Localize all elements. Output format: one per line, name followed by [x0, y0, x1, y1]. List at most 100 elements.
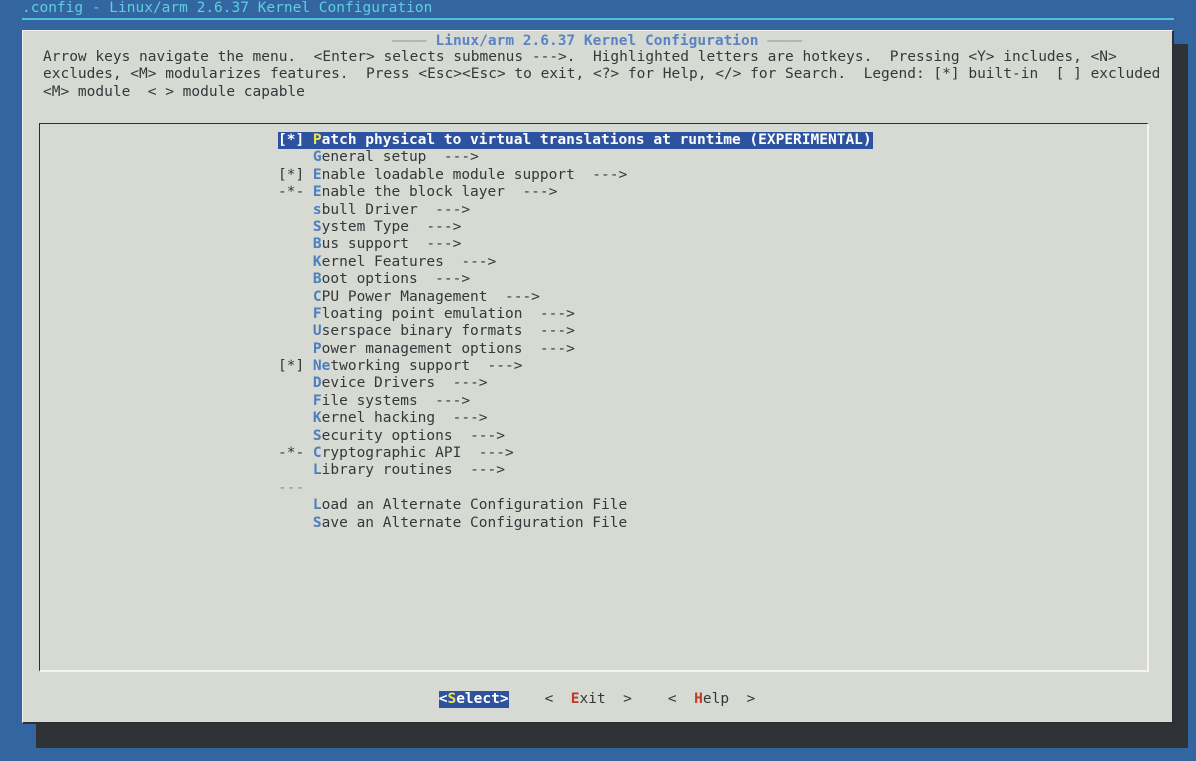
menu-item[interactable]: Save an Alternate Configuration File [278, 515, 873, 532]
button-label: elp > [702, 691, 756, 707]
menu-item[interactable]: Library routines ---> [278, 462, 873, 479]
menu-item-label: eneral setup [321, 149, 427, 166]
menu-item-flag [278, 254, 313, 270]
screen-bottom-fill [0, 748, 1196, 761]
menu-item-label: bull Driver [321, 201, 418, 218]
menu-separator: --- [278, 479, 305, 496]
menu-item-label: oad an Alternate Configuration File [321, 497, 628, 514]
menu-item-flag [278, 289, 313, 305]
menu-item[interactable]: Bus support ---> [278, 236, 873, 253]
submenu-arrow-icon: ---> [435, 410, 488, 427]
submenu-arrow-icon: ---> [522, 340, 575, 357]
menu-item[interactable]: Device Drivers ---> [278, 375, 873, 392]
menu-item-hotkey: L [312, 497, 322, 514]
menu-item-hotkey: P [312, 340, 322, 357]
menu-item-hotkey: S [312, 514, 322, 531]
window-title: .config - Linux/arm 2.6.37 Kernel Config… [22, 0, 433, 16]
button-label: xit > [579, 691, 632, 707]
menu-item-flag [278, 428, 313, 444]
help-button[interactable]: < Help > [668, 691, 755, 708]
menu-item-hotkey: L [312, 462, 322, 479]
menu-item-label: ystem Type [321, 218, 409, 235]
menu-item[interactable]: File systems ---> [278, 393, 873, 410]
submenu-arrow-icon: ---> [417, 392, 471, 409]
submenu-arrow-icon: ---> [452, 427, 505, 444]
kernel-config-dialog: ———— Linux/arm 2.6.37 Kernel Configurati… [22, 30, 1174, 724]
menu-item[interactable]: General setup ---> [278, 149, 873, 166]
menu-item-hotkey: F [312, 392, 322, 409]
menu-list[interactable]: [*] Patch physical to virtual translatio… [278, 132, 873, 532]
submenu-arrow-icon: ---> [574, 166, 628, 183]
submenu-arrow-icon: ---> [504, 184, 558, 201]
menu-item-label: loating point emulation [321, 305, 523, 322]
menu-item-hotkey: P [312, 132, 322, 148]
menu-item-flag: -*- [278, 184, 313, 201]
menu-item-flag: -*- [278, 445, 313, 462]
menu-item-flag [278, 410, 313, 426]
menu-item[interactable]: [*] Enable loadable module support ---> [278, 167, 873, 184]
menu-item-flag: [*] [278, 358, 313, 375]
button-hotkey: E [570, 691, 580, 707]
menu-item-hotkey: S [312, 427, 322, 444]
menu-item-label: ile systems [321, 392, 418, 409]
menu-item-label: ower management options [321, 340, 523, 357]
menu-item-label: us support [321, 236, 409, 253]
menu-item-label: ernel hacking [321, 410, 436, 427]
menu-item-hotkey: G [312, 149, 322, 166]
menu-item[interactable]: -*- Cryptographic API ---> [278, 445, 873, 462]
menu-item-label: serspace binary formats [321, 323, 523, 340]
menu-item[interactable]: Boot options ---> [278, 271, 873, 288]
menu-item[interactable]: System Type ---> [278, 219, 873, 236]
menu-item[interactable]: Kernel hacking ---> [278, 410, 873, 427]
menu-item-label: ibrary routines [321, 462, 453, 479]
menu-item[interactable]: Load an Alternate Configuration File [278, 497, 873, 514]
menu-item[interactable]: [*] Networking support ---> [278, 358, 873, 375]
menu-item-hotkey: S [312, 218, 322, 235]
menu-item[interactable]: Security options ---> [278, 428, 873, 445]
menu-item[interactable]: sbull Driver ---> [278, 202, 873, 219]
dialog-shadow-right [1174, 44, 1188, 748]
help-instructions: Arrow keys navigate the menu. <Enter> se… [43, 49, 1178, 100]
dialog-title-dash-right: ———— [758, 33, 803, 49]
menu-item-flag [278, 306, 313, 322]
menu-item-hotkey: K [312, 253, 322, 270]
menu-item[interactable]: Kernel Features ---> [278, 254, 873, 271]
menu-panel: [*] Patch physical to virtual translatio… [39, 123, 1149, 672]
menu-item-flag [278, 219, 313, 235]
menu-item-flag [278, 497, 313, 513]
menu-item[interactable]: Power management options ---> [278, 341, 873, 358]
menu-item-flag [278, 462, 313, 478]
button-prefix: < [667, 691, 695, 707]
terminal-screen: .config - Linux/arm 2.6.37 Kernel Config… [0, 0, 1196, 761]
menu-item-hotkey: F [312, 305, 322, 322]
menu-item[interactable]: Userspace binary formats ---> [278, 323, 873, 340]
menu-item[interactable]: -*- Enable the block layer ---> [278, 184, 873, 201]
submenu-arrow-icon: ---> [417, 201, 471, 218]
select-button[interactable]: <Select> [438, 691, 509, 709]
menu-item-flag [278, 341, 313, 357]
menu-item[interactable]: [*] Patch physical to virtual translatio… [278, 132, 873, 150]
submenu-arrow-icon: ---> [443, 253, 497, 270]
menu-item-label: atch physical to virtual translations at… [321, 132, 872, 148]
menu-item-flag [278, 236, 313, 252]
menu-item-hotkey: E [312, 184, 322, 201]
menu-item-flag [278, 202, 313, 218]
menu-item-flag [278, 375, 313, 391]
exit-button[interactable]: < Exit > [545, 691, 632, 708]
menu-item[interactable]: CPU Power Management ---> [278, 289, 873, 306]
menu-item-label: evice Drivers [321, 375, 436, 392]
title-rule [22, 18, 1174, 20]
menu-item[interactable]: Floating point emulation ---> [278, 306, 873, 323]
menu-item-label: ave an Alternate Configuration File [321, 514, 628, 531]
menu-item-hotkey: B [312, 236, 322, 253]
menu-item-label: ecurity options [321, 427, 453, 444]
submenu-arrow-icon: ---> [452, 462, 505, 479]
menu-item-hotkey: s [312, 201, 322, 218]
submenu-arrow-icon: ---> [461, 445, 514, 462]
submenu-arrow-icon: ---> [426, 149, 479, 166]
menu-item-label: oot options [321, 271, 418, 288]
menu-item-hotkey: D [312, 375, 322, 392]
menu-item-flag [278, 271, 313, 287]
dialog-title-bar: ———— Linux/arm 2.6.37 Kernel Configurati… [23, 33, 1171, 50]
menu-item-hotkey: Ne [312, 358, 331, 375]
